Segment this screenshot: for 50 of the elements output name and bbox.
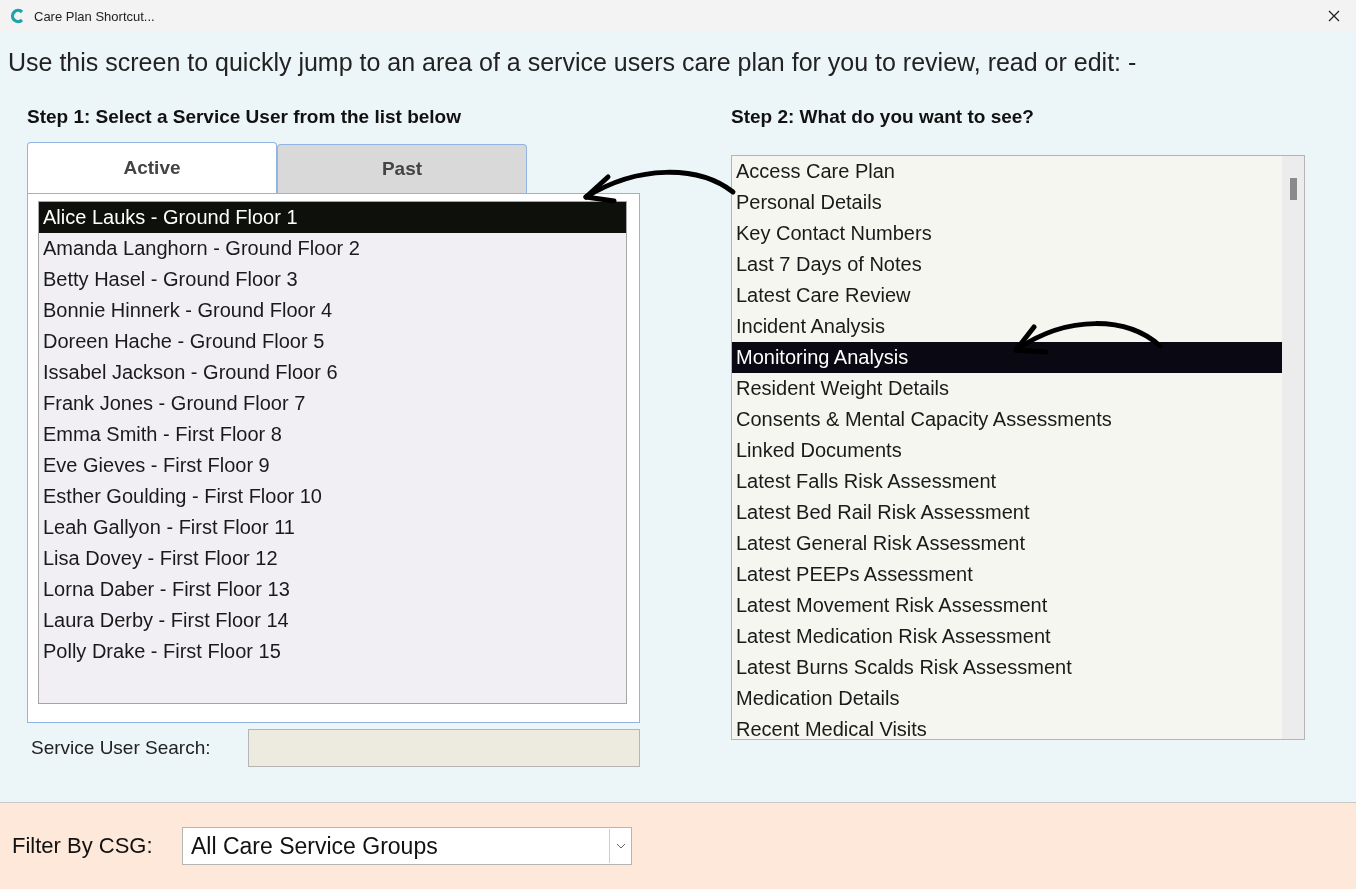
- app-logo-icon: [10, 8, 26, 24]
- scroll-thumb[interactable]: [1289, 178, 1297, 200]
- list-item[interactable]: Esther Goulding - First Floor 10: [39, 481, 626, 512]
- list-item[interactable]: Lorna Daber - First Floor 13: [39, 574, 626, 605]
- tab[interactable]: Past: [277, 144, 527, 193]
- list-item[interactable]: Bonnie Hinnerk - Ground Floor 4: [39, 295, 626, 326]
- list-item[interactable]: Eve Gieves - First Floor 9: [39, 450, 626, 481]
- list-item[interactable]: Last 7 Days of Notes: [732, 249, 1282, 280]
- window-title: Care Plan Shortcut...: [34, 8, 155, 24]
- list-item[interactable]: Issabel Jackson - Ground Floor 6: [39, 357, 626, 388]
- list-item[interactable]: Medication Details: [732, 683, 1282, 714]
- scrollbar[interactable]: [1282, 156, 1304, 739]
- list-item[interactable]: Latest General Risk Assessment: [732, 528, 1282, 559]
- list-item[interactable]: Doreen Hache - Ground Floor 5: [39, 326, 626, 357]
- list-item[interactable]: Frank Jones - Ground Floor 7: [39, 388, 626, 419]
- list-item[interactable]: Latest Falls Risk Assessment: [732, 466, 1282, 497]
- close-icon[interactable]: [1328, 10, 1340, 22]
- list-item[interactable]: Emma Smith - First Floor 8: [39, 419, 626, 450]
- list-item[interactable]: Incident Analysis: [732, 311, 1282, 342]
- list-item[interactable]: Latest Care Review: [732, 280, 1282, 311]
- list-item[interactable]: Personal Details: [732, 187, 1282, 218]
- instruction-text: Use this screen to quickly jump to an area of a service users care plan for you to review, read or edit: -: [8, 47, 1138, 78]
- tab[interactable]: Active: [27, 142, 277, 193]
- list-item[interactable]: Lisa Dovey - First Floor 12: [39, 543, 626, 574]
- list-item[interactable]: Latest Movement Risk Assessment: [732, 590, 1282, 621]
- list-item[interactable]: Betty Hasel - Ground Floor 3: [39, 264, 626, 295]
- list-item[interactable]: Laura Derby - First Floor 14: [39, 605, 626, 636]
- list-item[interactable]: Latest Burns Scalds Risk Assessment: [732, 652, 1282, 683]
- filter-dropdown[interactable]: All Care Service Groups: [182, 827, 632, 865]
- list-item[interactable]: Linked Documents: [732, 435, 1282, 466]
- list-item[interactable]: Access Care Plan: [732, 156, 1282, 187]
- list-item[interactable]: Resident Weight Details: [732, 373, 1282, 404]
- step-label: Step 1: Select a Service User from the list below: [27, 105, 462, 129]
- list-item[interactable]: Key Contact Numbers: [732, 218, 1282, 249]
- list-item[interactable]: Latest Medication Risk Assessment: [732, 621, 1282, 652]
- list-item[interactable]: Leah Gallyon - First Floor 11: [39, 512, 626, 543]
- list-item[interactable]: Alice Lauks - Ground Floor 1: [39, 202, 626, 233]
- option-list[interactable]: [731, 155, 1305, 740]
- list-item[interactable]: Amanda Langhorn - Ground Floor 2: [39, 233, 626, 264]
- list-item[interactable]: Latest PEEPs Assessment: [732, 559, 1282, 590]
- search-label: Service User Search:: [31, 737, 212, 759]
- list-item[interactable]: Polly Drake - First Floor 15: [39, 636, 626, 667]
- list-item[interactable]: Recent Medical Visits: [732, 714, 1282, 739]
- caret-icon: [615, 843, 626, 849]
- filter-label: Filter By CSG:: [12, 833, 154, 859]
- list-item[interactable]: Monitoring Analysis: [732, 342, 1282, 373]
- list-item[interactable]: Latest Bed Rail Risk Assessment: [732, 497, 1282, 528]
- search-field[interactable]: [248, 729, 640, 767]
- list-item[interactable]: Consents & Mental Capacity Assessments: [732, 404, 1282, 435]
- step-label: Step 2: What do you want to see?: [731, 105, 1035, 129]
